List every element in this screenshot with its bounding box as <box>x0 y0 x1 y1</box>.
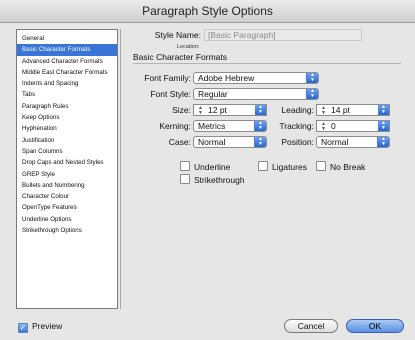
window-title: Paragraph Style Options <box>0 0 415 23</box>
size-combo[interactable]: ▲ ▼ 12 pt ▲ ▼ <box>193 104 267 116</box>
sidebar-item-strikethrough-options[interactable]: Strikethrough Options <box>17 225 117 236</box>
sidebar-item-opentype-features[interactable]: OpenType Features <box>17 202 117 213</box>
checkmark-icon[interactable]: ✓ <box>18 323 28 333</box>
checkbox-box[interactable] <box>180 174 190 184</box>
sidebar-item-justification[interactable]: Justification <box>17 135 117 146</box>
preview-checkbox[interactable]: ✓ Preview <box>18 321 63 333</box>
underline-label: Underline <box>194 162 231 172</box>
sidebar-item-basic-character-formats[interactable]: Basic Character Formats <box>17 44 117 56</box>
position-select[interactable]: Normal ▲ ▼ <box>316 136 390 148</box>
location-label: Location: <box>177 44 200 50</box>
sidebar-item-span-columns[interactable]: Span Columns <box>17 146 117 157</box>
size-label: Size: <box>172 105 191 115</box>
kerning-value: Metrics <box>198 121 226 131</box>
section-title: Basic Character Formats <box>133 52 401 64</box>
no-break-checkbox[interactable]: No Break <box>316 161 365 172</box>
tracking-combo[interactable]: ▲ ▼ 0 ▲ ▼ <box>316 120 390 132</box>
checkbox-box[interactable] <box>316 161 326 171</box>
up-down-arrows-icon: ▲ ▼ <box>378 105 389 115</box>
cancel-button[interactable]: Cancel <box>284 319 338 333</box>
checkbox-box[interactable] <box>180 161 190 171</box>
font-family-select[interactable]: Adobe Hebrew ▲ ▼ <box>193 72 319 84</box>
spinner-arrows-icon[interactable]: ▲ ▼ <box>196 106 205 116</box>
style-name-field[interactable]: [Basic Paragraph] <box>204 29 362 41</box>
preview-label: Preview <box>32 321 63 331</box>
case-label: Case: <box>168 137 191 147</box>
sidebar-item-keep-options[interactable]: Keep Options <box>17 112 117 123</box>
up-down-arrows-icon: ▲ ▼ <box>306 89 318 99</box>
spinner-arrows-icon[interactable]: ▲ ▼ <box>319 122 328 132</box>
leading-combo[interactable]: ▲ ▼ 14 pt ▲ ▼ <box>316 104 390 116</box>
sidebar-item-advanced-character-formats[interactable]: Advanced Character Formats <box>17 56 117 67</box>
font-style-select[interactable]: Regular ▲ ▼ <box>193 88 319 100</box>
sidebar-item-bullets-and-numbering[interactable]: Bullets and Numbering <box>17 180 117 191</box>
sidebar-item-indents-and-spacing[interactable]: Indents and Spacing <box>17 78 117 89</box>
size-value: 12 pt <box>208 105 227 115</box>
ligatures-label: Ligatures <box>272 162 307 172</box>
sidebar-item-middle-east-character-formats[interactable]: Middle East Character Formats <box>17 67 117 78</box>
position-label: Position: <box>281 137 314 147</box>
underline-checkbox[interactable]: Underline <box>180 161 230 172</box>
tracking-value: 0 <box>331 121 336 131</box>
no-break-label: No Break <box>330 162 366 172</box>
sidebar-item-paragraph-rules[interactable]: Paragraph Rules <box>17 101 117 112</box>
font-family-value: Adobe Hebrew <box>198 73 255 83</box>
up-down-arrows-icon: ▲ ▼ <box>378 121 389 131</box>
sidebar-item-hyphenation[interactable]: Hyphenation <box>17 123 117 134</box>
leading-label: Leading: <box>281 105 314 115</box>
strikethrough-label: Strikethrough <box>194 175 245 185</box>
up-down-arrows-icon: ▲ ▼ <box>254 121 266 131</box>
up-down-arrows-icon: ▲ ▼ <box>254 137 266 147</box>
up-down-arrows-icon: ▲ ▼ <box>255 105 266 115</box>
font-style-label: Font Style: <box>150 89 191 99</box>
kerning-select[interactable]: Metrics ▲ ▼ <box>193 120 267 132</box>
strikethrough-checkbox[interactable]: Strikethrough <box>180 174 245 185</box>
spinner-arrows-icon[interactable]: ▲ ▼ <box>319 106 328 116</box>
checkbox-box[interactable] <box>258 161 268 171</box>
sidebar-item-general[interactable]: General <box>17 33 117 44</box>
ok-button[interactable]: OK <box>346 319 404 333</box>
ligatures-checkbox[interactable]: Ligatures <box>258 161 307 172</box>
sidebar-item-grep-style[interactable]: GREP Style <box>17 169 117 180</box>
panel-divider <box>120 29 121 309</box>
sidebar-item-drop-caps-and-nested-styles[interactable]: Drop Caps and Nested Styles <box>17 157 117 168</box>
font-style-value: Regular <box>198 89 228 99</box>
sidebar-item-tabs[interactable]: Tabs <box>17 89 117 100</box>
tracking-label: Tracking: <box>279 121 314 131</box>
case-value: Normal <box>198 137 226 147</box>
style-name-label: Style Name: <box>154 30 201 40</box>
case-select[interactable]: Normal ▲ ▼ <box>193 136 267 148</box>
font-family-label: Font Family: <box>144 73 191 83</box>
sidebar-item-underline-options[interactable]: Underline Options <box>17 214 117 225</box>
up-down-arrows-icon: ▲ ▼ <box>377 137 389 147</box>
leading-value: 14 pt <box>331 105 350 115</box>
category-list[interactable]: General Basic Character Formats Advanced C… <box>16 29 118 309</box>
kerning-label: Kerning: <box>159 121 191 131</box>
position-value: Normal <box>321 137 349 147</box>
sidebar-item-character-colour[interactable]: Character Colour <box>17 191 117 202</box>
up-down-arrows-icon: ▲ ▼ <box>306 73 318 83</box>
